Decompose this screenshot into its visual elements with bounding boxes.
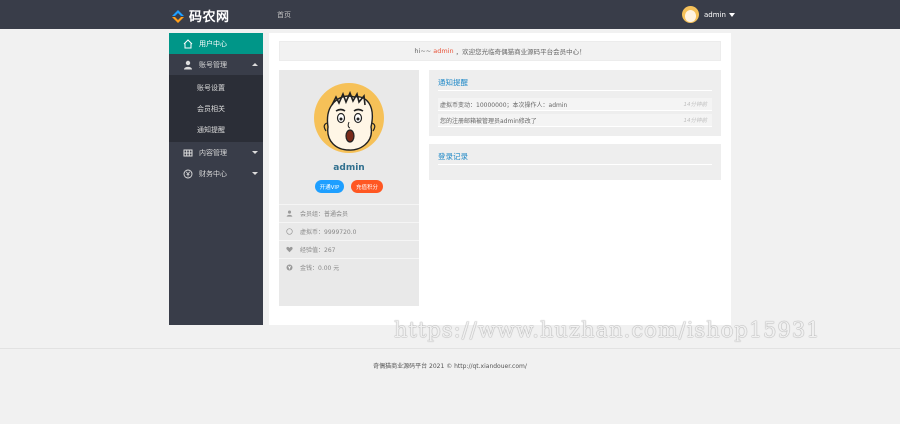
notifications-title: 通知提醒 xyxy=(438,78,468,87)
profile-avatar xyxy=(314,83,384,153)
notification-text: 您的注册邮箱被管理员admin修改了 xyxy=(440,117,537,125)
open-vip-button[interactable]: 开通VIP xyxy=(315,180,344,193)
site-logo[interactable]: 码农网 xyxy=(170,6,230,25)
main-content: hi~~ admin ，欢迎您光临奇偶猫商业源码平台会员中心！ admin 开通… xyxy=(269,33,731,325)
sidebar-item-finance[interactable]: 财务中心 xyxy=(169,163,263,184)
yen-icon xyxy=(183,169,193,179)
recharge-points-button[interactable]: 充值积分 xyxy=(351,180,383,193)
sidebar-subitem-membership[interactable]: 会员相关 xyxy=(169,98,263,119)
notification-item[interactable]: 虚拟币变动：10000000；本次操作人：admin 14分钟前 xyxy=(438,98,712,111)
sidebar-subitem-account-settings[interactable]: 账号设置 xyxy=(169,77,263,98)
info-experience: 经验值：267 xyxy=(279,240,419,258)
login-log-panel: 登录记录 xyxy=(429,144,721,180)
footer: 奇偶猫商业源码平台 2021 © http://qt.xiandouer.com… xyxy=(373,363,527,370)
sidebar-item-account[interactable]: 账号管理 xyxy=(169,54,263,75)
user-name: admin xyxy=(704,10,726,19)
user-icon xyxy=(286,210,293,217)
info-money: 金钱：0.00 元 xyxy=(279,258,419,276)
sidebar-item-label: 账号管理 xyxy=(199,60,227,69)
info-text: 虚拟币：9999720.0 xyxy=(300,229,357,236)
welcome-banner: hi~~ admin ，欢迎您光临奇偶猫商业源码平台会员中心！ xyxy=(279,41,721,61)
sidebar-item-label: 用户中心 xyxy=(199,39,227,48)
chevron-down-icon xyxy=(728,12,735,17)
chevron-down-icon xyxy=(252,151,258,154)
notifications-panel: 通知提醒 虚拟币变动：10000000；本次操作人：admin 14分钟前 您的… xyxy=(429,70,721,136)
user-icon xyxy=(183,60,193,70)
heart-icon xyxy=(286,246,293,253)
info-text: 会员组：普通会员 xyxy=(300,211,349,218)
avatar xyxy=(682,6,699,23)
nav-home-link[interactable]: 首页 xyxy=(277,10,291,20)
info-member-group: 会员组：普通会员 xyxy=(279,204,419,222)
login-log-title: 登录记录 xyxy=(438,152,468,161)
notification-item[interactable]: 您的注册邮箱被管理员admin修改了 14分钟前 xyxy=(438,114,712,127)
watermark: https://www.huzhan.com/ishop15931 xyxy=(394,318,821,342)
logo-text: 码农网 xyxy=(189,9,230,25)
notification-time: 14分钟前 xyxy=(683,102,708,108)
notification-time: 14分钟前 xyxy=(683,118,708,124)
sidebar-item-user-center[interactable]: 用户中心 xyxy=(169,33,263,54)
notification-text: 虚拟币变动：10000000；本次操作人：admin xyxy=(440,101,568,109)
sidebar-item-content[interactable]: 内容管理 xyxy=(169,142,263,163)
grid-icon xyxy=(183,148,193,158)
user-menu[interactable]: admin xyxy=(682,6,735,23)
footer-divider xyxy=(0,348,900,349)
profile-name: admin xyxy=(333,163,365,173)
profile-card: admin 开通VIP 充值积分 会员组：普通会员 虚拟币：9999720.0 … xyxy=(279,70,419,306)
info-virtual-coin: 虚拟币：9999720.0 xyxy=(279,222,419,240)
sidebar: 用户中心 账号管理 账号设置 会员相关 通知提醒 内容管理 财务中心 xyxy=(169,33,263,325)
home-icon xyxy=(183,38,193,49)
info-text: 经验值：267 xyxy=(300,247,336,254)
sidebar-item-label: 内容管理 xyxy=(199,148,227,157)
sidebar-subitem-notifications[interactable]: 通知提醒 xyxy=(169,119,263,140)
sidebar-item-label: 财务中心 xyxy=(199,169,227,178)
coin-icon xyxy=(286,228,293,235)
info-text: 金钱：0.00 元 xyxy=(300,265,340,272)
welcome-user: admin xyxy=(433,47,454,55)
top-bar: 码农网 首页 admin xyxy=(0,0,900,29)
welcome-prefix: hi~~ xyxy=(414,47,432,55)
chevron-down-icon xyxy=(252,172,258,175)
chevron-up-icon xyxy=(252,63,258,66)
yen-icon xyxy=(286,264,293,271)
divider xyxy=(438,90,712,91)
sidebar-submenu: 账号设置 会员相关 通知提醒 xyxy=(169,75,263,142)
divider xyxy=(438,164,712,165)
logo-mark-icon xyxy=(170,7,186,23)
welcome-message: ，欢迎您光临奇偶猫商业源码平台会员中心！ xyxy=(455,48,586,56)
